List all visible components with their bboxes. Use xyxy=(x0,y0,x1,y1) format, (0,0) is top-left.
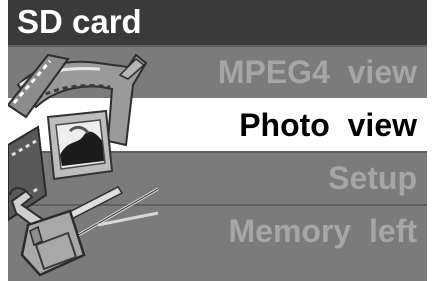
menu-item-setup[interactable]: Setup xyxy=(8,151,427,204)
menu-item-photo-view[interactable]: Photo view xyxy=(8,98,427,151)
menu-item-mpeg4-view[interactable]: MPEG4 view xyxy=(8,45,427,98)
menu-item-label: MPEG4 view xyxy=(217,54,417,90)
menu-item-label: Memory left xyxy=(228,213,417,249)
screen-title: SD card xyxy=(17,3,142,40)
menu-item-label: Photo view xyxy=(239,107,417,143)
title-bar: SD card xyxy=(8,0,427,45)
menu-item-memory-left[interactable]: Memory left xyxy=(8,204,427,257)
menu-screen: SD card MPEG4 view Photo view Setup Memo… xyxy=(8,0,427,281)
menu-item-label: Setup xyxy=(328,160,417,196)
